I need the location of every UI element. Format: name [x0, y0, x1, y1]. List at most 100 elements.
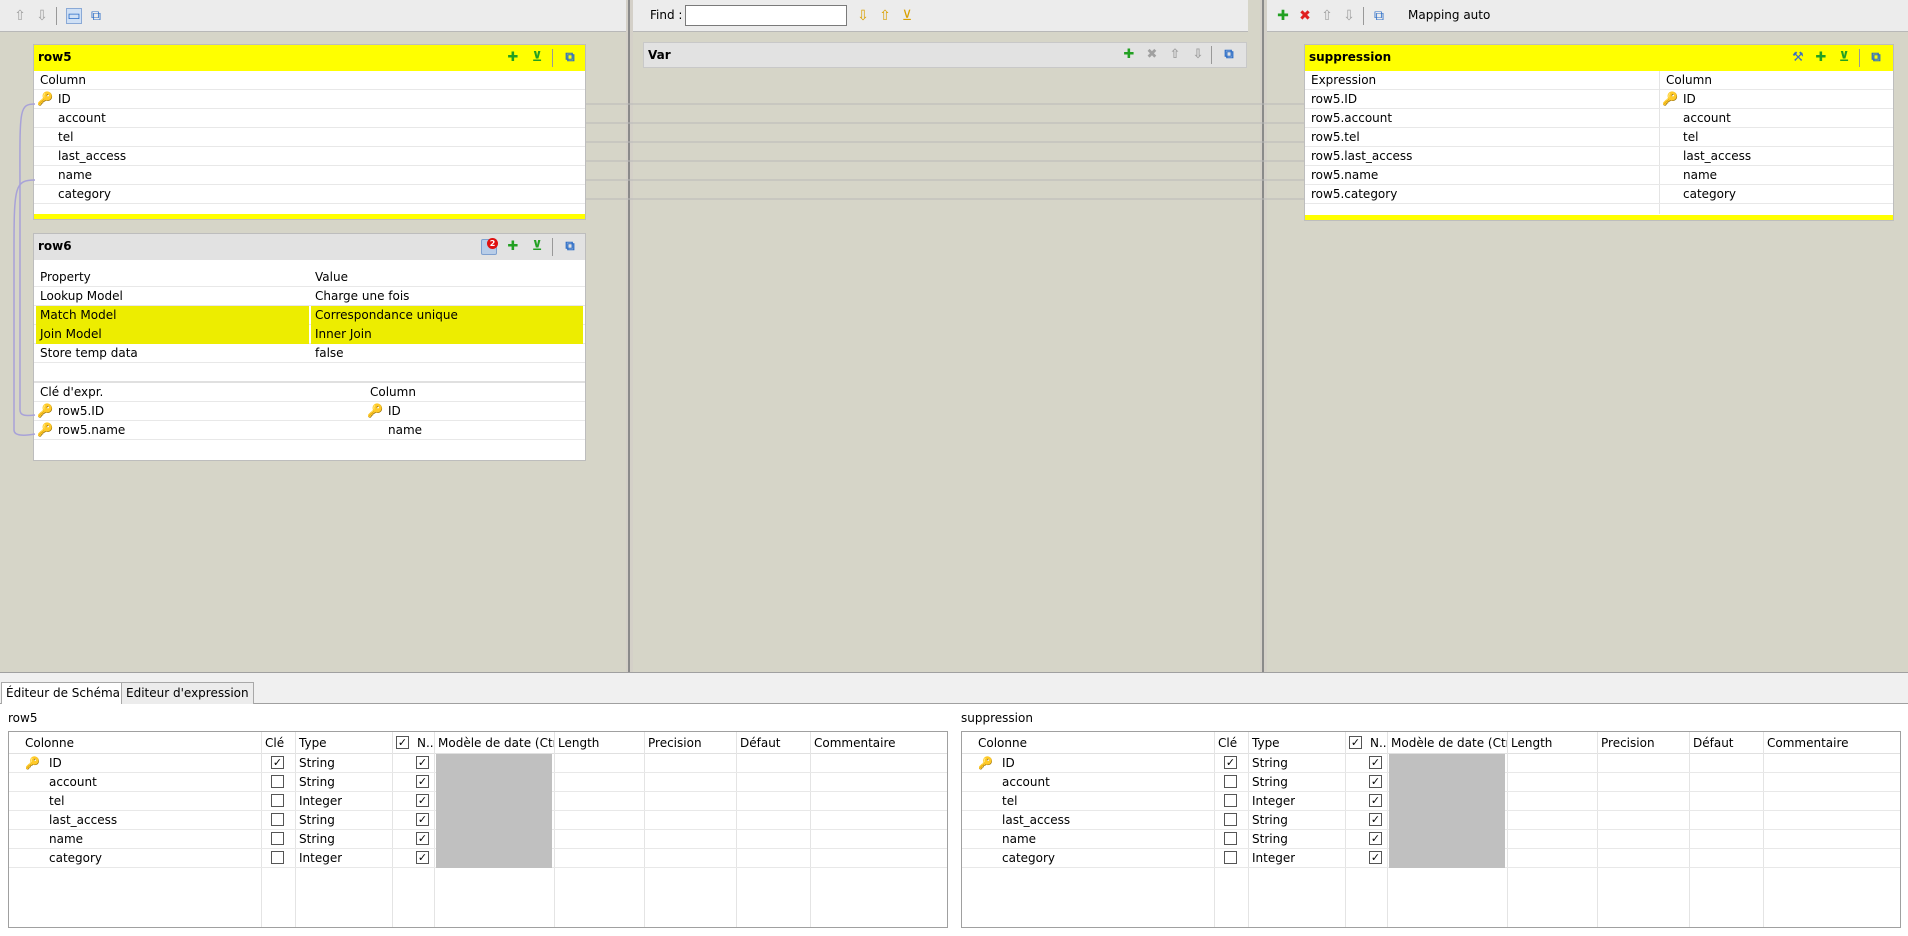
date-pattern-cell[interactable]	[436, 830, 552, 849]
table-row[interactable]: name String ✓	[962, 830, 1900, 849]
monitor-icon[interactable]: ⧉	[1868, 50, 1884, 66]
column-name[interactable]: tel	[998, 792, 1017, 811]
property-row[interactable]: Store temp data false	[34, 344, 585, 363]
wrench-icon[interactable]: ⚒	[1790, 50, 1806, 66]
tab-schema-editor[interactable]: Éditeur de Schéma	[1, 682, 126, 704]
nullable-checkbox[interactable]: ✓	[1369, 813, 1382, 826]
expression[interactable]: row5.category	[1311, 185, 1397, 204]
date-pattern-cell[interactable]	[436, 849, 552, 868]
key-checkbox[interactable]	[271, 851, 284, 864]
type[interactable]: Integer	[295, 849, 342, 868]
column-header[interactable]: Colonne	[974, 732, 1214, 754]
type[interactable]: String	[295, 830, 335, 849]
column-header[interactable]: Modèle de date (Ctrl+Es...	[1387, 732, 1507, 754]
arrow-up-icon[interactable]: ⇧	[877, 8, 893, 24]
column-header[interactable]: Défaut	[1689, 732, 1763, 754]
table-row[interactable]: tel	[34, 128, 585, 147]
arrow-up-icon[interactable]: ⇧	[1167, 47, 1183, 63]
arrow-down-icon[interactable]: ⇩	[855, 8, 871, 24]
column-name[interactable]: last_access	[45, 811, 117, 830]
type[interactable]: Integer	[1248, 849, 1295, 868]
date-pattern-cell[interactable]	[1389, 754, 1505, 773]
expression[interactable]: row5.ID	[1311, 90, 1357, 109]
table-row[interactable]: account String ✓	[9, 773, 947, 792]
table-row[interactable]: 🔑 ID	[34, 90, 585, 109]
column-name[interactable]: category	[45, 849, 102, 868]
column-header[interactable]: Type	[295, 732, 392, 754]
monitor-icon[interactable]: ⧉	[562, 50, 578, 66]
join-key-row[interactable]: 🔑 row5.name name	[34, 421, 585, 440]
column-header[interactable]: Precision	[644, 732, 736, 754]
filter-icon[interactable]: ⊻	[1836, 50, 1852, 66]
arrow-down-icon[interactable]: ⇩	[34, 8, 50, 24]
column-header[interactable]: Colonne	[21, 732, 261, 754]
column-header[interactable]: Clé	[1214, 732, 1248, 754]
date-pattern-cell[interactable]	[436, 754, 552, 773]
column-header[interactable]: Precision	[1597, 732, 1689, 754]
nullable-checkbox[interactable]: ✓	[416, 775, 429, 788]
date-pattern-cell[interactable]	[1389, 792, 1505, 811]
date-pattern-cell[interactable]	[1389, 830, 1505, 849]
table-row[interactable]: category Integer ✓	[962, 849, 1900, 868]
key-checkbox[interactable]	[1224, 775, 1237, 788]
column-name[interactable]: account	[998, 773, 1050, 792]
table-row[interactable]: account String ✓	[962, 773, 1900, 792]
column-name[interactable]: name	[45, 830, 83, 849]
filter-icon[interactable]: ⊻	[529, 239, 545, 255]
table-row[interactable]: tel Integer ✓	[9, 792, 947, 811]
delete-icon[interactable]: ✖	[1144, 47, 1160, 63]
arrow-up-icon[interactable]: ⇧	[1319, 8, 1335, 24]
column-header[interactable]: ✓ N..	[392, 732, 434, 754]
filter-icon[interactable]: ⊻	[529, 50, 545, 66]
column-name[interactable]: tel	[45, 792, 64, 811]
type[interactable]: String	[1248, 773, 1288, 792]
key-checkbox[interactable]	[271, 813, 284, 826]
date-pattern-cell[interactable]	[1389, 849, 1505, 868]
type[interactable]: String	[295, 773, 335, 792]
property-value[interactable]: Charge une fois	[311, 287, 583, 306]
property-row[interactable]: Lookup Model Charge une fois	[34, 287, 585, 306]
arrow-up-icon[interactable]: ⇧	[12, 8, 28, 24]
expression[interactable]: row5.last_access	[1311, 147, 1412, 166]
table-row[interactable]: row5.last_access last_access	[1305, 147, 1893, 166]
table-row[interactable]: tel Integer ✓	[962, 792, 1900, 811]
table-row[interactable]: name String ✓	[9, 830, 947, 849]
add-icon[interactable]: ✚	[1275, 8, 1291, 24]
expression[interactable]: row5.account	[1311, 109, 1392, 128]
table-row[interactable]: category Integer ✓	[9, 849, 947, 868]
column-header[interactable]: Clé	[261, 732, 295, 754]
find-input[interactable]	[685, 5, 847, 26]
key-checkbox[interactable]	[1224, 813, 1237, 826]
table-row[interactable]: row5.category category	[1305, 185, 1893, 204]
table-row[interactable]: last_access String ✓	[9, 811, 947, 830]
arrow-down-icon[interactable]: ⇩	[1190, 47, 1206, 63]
nullable-checkbox[interactable]: ✓	[416, 794, 429, 807]
monitor-icon[interactable]: ⧉	[1371, 8, 1387, 24]
nullable-checkbox[interactable]: ✓	[416, 813, 429, 826]
date-pattern-cell[interactable]	[436, 811, 552, 830]
column-header[interactable]: Length	[554, 732, 644, 754]
column-header[interactable]: Type	[1248, 732, 1345, 754]
arrow-down-icon[interactable]: ⇩	[1341, 8, 1357, 24]
table-row[interactable]: last_access String ✓	[962, 811, 1900, 830]
column-header[interactable]: Commentaire	[810, 732, 949, 754]
nullable-checkbox[interactable]: ✓	[416, 851, 429, 864]
nullable-checkbox[interactable]: ✓	[1369, 851, 1382, 864]
date-pattern-cell[interactable]	[1389, 811, 1505, 830]
key-checkbox[interactable]	[271, 775, 284, 788]
table-row[interactable]: last_access	[34, 147, 585, 166]
type[interactable]: String	[1248, 754, 1288, 773]
column-header[interactable]: Défaut	[736, 732, 810, 754]
column-name[interactable]: ID	[45, 754, 62, 773]
mapping-auto-button[interactable]: Mapping auto	[1408, 8, 1490, 22]
column-header[interactable]: ✓ N..	[1345, 732, 1387, 754]
date-pattern-cell[interactable]	[1389, 773, 1505, 792]
table-row[interactable]: row5.account account	[1305, 109, 1893, 128]
key-checkbox[interactable]: ✓	[1224, 756, 1237, 769]
nullable-checkbox[interactable]: ✓	[1369, 756, 1382, 769]
property-row[interactable]: Join Model Inner Join	[34, 325, 585, 344]
type[interactable]: String	[295, 811, 335, 830]
table-row[interactable]: name	[34, 166, 585, 185]
table-row[interactable]: row5.name name	[1305, 166, 1893, 185]
key-checkbox[interactable]	[1224, 794, 1237, 807]
